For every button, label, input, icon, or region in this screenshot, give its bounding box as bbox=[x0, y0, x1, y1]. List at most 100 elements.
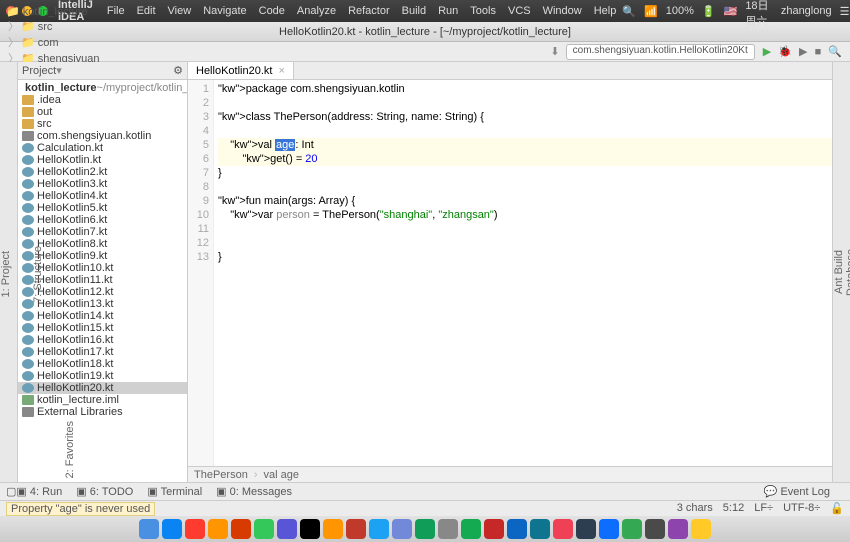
clock[interactable]: 11月18日 周六 13:05 bbox=[745, 0, 773, 41]
tool-window-button[interactable]: ▣ 6: TODO bbox=[76, 485, 133, 498]
tree-node[interactable]: HelloKotlin20.kt bbox=[18, 382, 187, 394]
macos-dock[interactable] bbox=[0, 516, 850, 542]
input-flag[interactable]: 🇺🇸 bbox=[724, 5, 738, 18]
tool-tab-project[interactable]: 1: Project bbox=[0, 247, 12, 301]
dock-app[interactable] bbox=[553, 519, 573, 539]
dock-app[interactable] bbox=[231, 519, 251, 539]
tree-node[interactable]: HelloKotlin18.kt bbox=[18, 358, 187, 370]
code-editor[interactable]: "kw">package com.shengsiyuan.kotlin"kw">… bbox=[214, 80, 832, 466]
project-pane-title[interactable]: Project bbox=[22, 65, 56, 77]
dock-app[interactable] bbox=[415, 519, 435, 539]
dock-app[interactable] bbox=[277, 519, 297, 539]
menu-refactor[interactable]: Refactor bbox=[348, 5, 390, 17]
menu-build[interactable]: Build bbox=[402, 5, 426, 17]
tool-window-button[interactable]: ▣ 4: Run bbox=[16, 485, 62, 498]
gear-icon[interactable]: ⚙ bbox=[173, 64, 183, 77]
tree-node[interactable]: HelloKotlin7.kt bbox=[18, 226, 187, 238]
dock-app[interactable] bbox=[162, 519, 182, 539]
editor-breadcrumb[interactable]: ThePerson › val age bbox=[188, 466, 832, 482]
dock-app[interactable] bbox=[484, 519, 504, 539]
dock-app[interactable] bbox=[392, 519, 412, 539]
tree-node[interactable]: HelloKotlin4.kt bbox=[18, 190, 187, 202]
tree-node[interactable]: com.shengsiyuan.kotlin bbox=[18, 130, 187, 142]
tree-node[interactable]: HelloKotlin19.kt bbox=[18, 370, 187, 382]
status-caret-position[interactable]: 5:12 bbox=[723, 502, 744, 515]
status-encoding[interactable]: UTF-8÷ bbox=[783, 502, 820, 515]
dock-app[interactable] bbox=[300, 519, 320, 539]
run-button[interactable]: ▶ bbox=[763, 46, 771, 58]
debug-button[interactable]: 🐞 bbox=[778, 46, 792, 58]
close-tab-icon[interactable]: × bbox=[278, 65, 284, 77]
tree-node[interactable]: HelloKotlin14.kt bbox=[18, 310, 187, 322]
dock-app[interactable] bbox=[346, 519, 366, 539]
stop-button[interactable]: ■ bbox=[815, 46, 822, 58]
menu-navigate[interactable]: Navigate bbox=[203, 5, 246, 17]
dock-app[interactable] bbox=[369, 519, 389, 539]
run-coverage-button[interactable]: ▶ bbox=[799, 46, 807, 58]
tree-node[interactable]: src bbox=[18, 118, 187, 130]
dock-app[interactable] bbox=[139, 519, 159, 539]
nav-crumb[interactable]: 📁 kotlin_lecture bbox=[6, 5, 114, 18]
status-warning[interactable]: Property "age" is never used bbox=[6, 502, 155, 516]
tree-node[interactable]: HelloKotlin16.kt bbox=[18, 334, 187, 346]
tree-node[interactable]: Calculation.kt bbox=[18, 142, 187, 154]
tree-node[interactable]: HelloKotlin5.kt bbox=[18, 202, 187, 214]
tree-node[interactable]: kotlin_lecture.iml bbox=[18, 394, 187, 406]
notification-icon[interactable]: ☰ bbox=[840, 5, 850, 18]
menu-tools[interactable]: Tools bbox=[470, 5, 496, 17]
menu-edit[interactable]: Edit bbox=[137, 5, 156, 17]
status-lock-icon[interactable]: 🔓 bbox=[830, 502, 844, 515]
tool-window-button[interactable]: ▣ 0: Messages bbox=[216, 485, 292, 498]
tree-node[interactable]: HelloKotlin6.kt bbox=[18, 214, 187, 226]
dock-app[interactable] bbox=[599, 519, 619, 539]
nav-crumb[interactable]: 〉📁 src bbox=[6, 18, 114, 34]
dock-app[interactable] bbox=[461, 519, 481, 539]
tree-node[interactable]: .idea bbox=[18, 94, 187, 106]
dock-app[interactable] bbox=[691, 519, 711, 539]
breadcrumb-member[interactable]: val age bbox=[263, 469, 298, 481]
menu-vcs[interactable]: VCS bbox=[508, 5, 531, 17]
menu-analyze[interactable]: Analyze bbox=[297, 5, 336, 17]
menu-view[interactable]: View bbox=[168, 5, 192, 17]
tree-root[interactable]: kotlin_lecture ~/myproject/kotlin_lectur… bbox=[18, 82, 187, 94]
tool-tab-favorites[interactable]: 2: Favorites bbox=[64, 417, 76, 482]
battery-status[interactable]: 100% bbox=[666, 5, 694, 17]
tree-node[interactable]: HelloKotlin2.kt bbox=[18, 166, 187, 178]
tool-tab-structure[interactable]: 7: Structure bbox=[32, 242, 44, 307]
line-number-gutter[interactable]: 12345678910111213 bbox=[188, 80, 214, 466]
dock-app[interactable] bbox=[530, 519, 550, 539]
event-log-button[interactable]: 💬 Event Log bbox=[764, 485, 830, 498]
dock-app[interactable] bbox=[645, 519, 665, 539]
tree-node[interactable]: HelloKotlin15.kt bbox=[18, 322, 187, 334]
dock-app[interactable] bbox=[622, 519, 642, 539]
tree-node[interactable]: External Libraries bbox=[18, 406, 187, 418]
dock-app[interactable] bbox=[254, 519, 274, 539]
tool-tab-ant[interactable]: Ant Build bbox=[833, 62, 845, 482]
dock-app[interactable] bbox=[185, 519, 205, 539]
tool-tab-database[interactable]: Database bbox=[845, 62, 850, 482]
menu-code[interactable]: Code bbox=[259, 5, 285, 17]
nav-crumb[interactable]: 〉📁 com bbox=[6, 34, 114, 50]
editor-tab[interactable]: HelloKotlin20.kt × bbox=[188, 62, 294, 79]
status-line-sep[interactable]: LF÷ bbox=[754, 502, 773, 515]
dock-app[interactable] bbox=[438, 519, 458, 539]
menu-run[interactable]: Run bbox=[438, 5, 458, 17]
dock-app[interactable] bbox=[323, 519, 343, 539]
search-everywhere-icon[interactable]: 🔍 bbox=[828, 46, 842, 58]
dock-app[interactable] bbox=[576, 519, 596, 539]
tool-window-button[interactable]: ▣ Terminal bbox=[147, 485, 202, 498]
tree-node[interactable]: HelloKotlin3.kt bbox=[18, 178, 187, 190]
dock-app[interactable] bbox=[507, 519, 527, 539]
breadcrumb-class[interactable]: ThePerson bbox=[194, 469, 248, 481]
spotlight-icon[interactable]: 🔍 bbox=[622, 5, 636, 18]
run-config-selector[interactable]: com.shengsiyuan.kotlin.HelloKotlin20Kt bbox=[566, 44, 755, 60]
build-dropdown-icon[interactable]: ⬇ bbox=[550, 45, 559, 58]
tree-node[interactable]: HelloKotlin17.kt bbox=[18, 346, 187, 358]
tree-node[interactable]: HelloKotlin.kt bbox=[18, 154, 187, 166]
wifi-icon[interactable]: 📶 bbox=[644, 5, 658, 18]
user-name[interactable]: zhanglong bbox=[781, 5, 832, 17]
project-view-chevron-icon[interactable]: ▾ bbox=[56, 64, 62, 77]
dock-app[interactable] bbox=[208, 519, 228, 539]
tree-node[interactable]: out bbox=[18, 106, 187, 118]
tool-window-toggle-icon[interactable]: ▢ bbox=[6, 485, 16, 498]
